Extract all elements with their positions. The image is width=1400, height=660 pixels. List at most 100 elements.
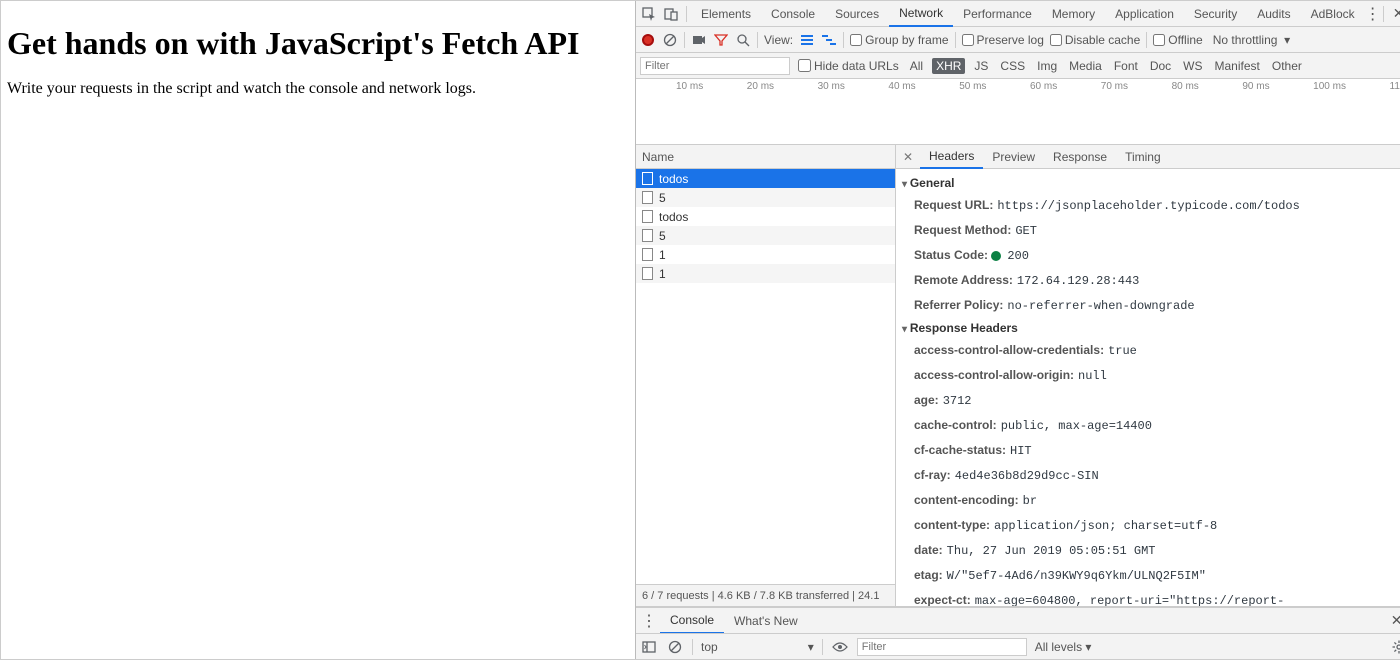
section-title[interactable]: Response Headers	[896, 318, 1400, 338]
drawer-tab-console[interactable]: Console	[660, 608, 724, 634]
section-title[interactable]: General	[896, 173, 1400, 193]
filter-type-js[interactable]: JS	[971, 59, 991, 73]
filter-type-xhr[interactable]: XHR	[932, 58, 965, 74]
header-value: application/json; charset=utf-8	[994, 519, 1217, 533]
header-row: expect-ct:max-age=604800, report-uri="ht…	[896, 588, 1400, 606]
clear-console-icon[interactable]	[666, 638, 684, 656]
timeline-tick: 40 ms	[888, 81, 915, 92]
filter-type-other[interactable]: Other	[1269, 59, 1305, 73]
header-row: Status Code: 200	[896, 243, 1400, 268]
log-levels-select[interactable]: All levels ▾	[1035, 640, 1092, 654]
settings-gear-icon[interactable]	[1390, 638, 1400, 656]
tab-audits[interactable]: Audits	[1247, 1, 1300, 27]
drawer-tab-what-s-new[interactable]: What's New	[724, 608, 808, 634]
header-row: Request Method:GET	[896, 218, 1400, 243]
tab-elements[interactable]: Elements	[691, 1, 761, 27]
request-list-header[interactable]: Name	[636, 145, 895, 169]
header-value: br	[1023, 494, 1037, 508]
header-key: content-type:	[914, 518, 990, 532]
header-value: W/"5ef7-4Ad6/n39KWY9q6Ykm/ULNQ2F5IM"	[947, 569, 1206, 583]
header-value: 4ed4e36b8d29d9cc-SIN	[955, 469, 1099, 483]
close-drawer-icon[interactable]: ✕	[1386, 612, 1400, 629]
network-filter-bar: Hide data URLs All XHR JS CSS Img Media Font Do…	[636, 53, 1400, 79]
detail-tab-preview[interactable]: Preview	[983, 145, 1044, 169]
header-key: etag:	[914, 568, 943, 582]
request-row[interactable]: 1	[636, 264, 895, 283]
status-dot-icon	[991, 251, 1001, 261]
request-row[interactable]: 1	[636, 245, 895, 264]
inspect-element-icon[interactable]	[638, 1, 660, 27]
detail-tab-response[interactable]: Response	[1044, 145, 1116, 169]
header-row: Remote Address:172.64.129.28:443	[896, 268, 1400, 293]
filter-type-img[interactable]: Img	[1034, 59, 1060, 73]
close-detail-icon[interactable]: ✕	[898, 150, 918, 164]
tab-application[interactable]: Application	[1105, 1, 1184, 27]
search-icon[interactable]	[735, 32, 751, 48]
request-row[interactable]: todos	[636, 169, 895, 188]
context-select[interactable]: top▾	[701, 640, 814, 654]
filter-type-font[interactable]: Font	[1111, 59, 1141, 73]
timeline-tick: 100 ms	[1313, 81, 1346, 92]
header-value: Thu, 27 Jun 2019 05:05:51 GMT	[947, 544, 1156, 558]
group-by-frame-checkbox[interactable]: Group by frame	[850, 33, 948, 47]
record-button[interactable]	[640, 32, 656, 48]
drawer-kebab-icon[interactable]: ⋮	[640, 611, 658, 631]
header-row: access-control-allow-credentials:true	[896, 338, 1400, 363]
tab-console[interactable]: Console	[761, 1, 825, 27]
offline-checkbox[interactable]: Offline	[1153, 33, 1202, 47]
header-row: date:Thu, 27 Jun 2019 05:05:51 GMT	[896, 538, 1400, 563]
request-name: 5	[659, 229, 666, 243]
detail-tab-headers[interactable]: Headers	[920, 145, 983, 169]
header-value: public, max-age=14400	[1001, 419, 1152, 433]
filter-type-doc[interactable]: Doc	[1147, 59, 1174, 73]
filter-type-ws[interactable]: WS	[1180, 59, 1205, 73]
filter-type-media[interactable]: Media	[1066, 59, 1105, 73]
filter-type-css[interactable]: CSS	[997, 59, 1028, 73]
header-value: https://jsonplaceholder.typicode.com/tod…	[997, 199, 1299, 213]
page-title: Get hands on with JavaScript's Fetch API	[7, 25, 629, 62]
timeline-tick: 50 ms	[959, 81, 986, 92]
camera-icon[interactable]	[691, 32, 707, 48]
request-row[interactable]: 5	[636, 188, 895, 207]
header-row: cache-control:public, max-age=14400	[896, 413, 1400, 438]
tab-sources[interactable]: Sources	[825, 1, 889, 27]
console-toolbar: top▾ All levels ▾	[636, 633, 1400, 659]
header-key: Request Method:	[914, 223, 1011, 237]
request-row[interactable]: todos	[636, 207, 895, 226]
document-icon	[642, 267, 653, 280]
request-name: todos	[659, 172, 688, 186]
device-toolbar-icon[interactable]	[660, 1, 682, 27]
tab-performance[interactable]: Performance	[953, 1, 1042, 27]
clear-button[interactable]	[662, 32, 678, 48]
tab-network[interactable]: Network	[889, 1, 953, 27]
kebab-menu-icon[interactable]: ⋮	[1365, 4, 1379, 24]
timeline-tick: 20 ms	[747, 81, 774, 92]
filter-input[interactable]	[640, 57, 790, 75]
console-sidebar-icon[interactable]	[640, 638, 658, 656]
eye-icon[interactable]	[831, 638, 849, 656]
hide-data-urls-checkbox[interactable]: Hide data URLs	[798, 59, 899, 73]
tab-adblock[interactable]: AdBlock	[1301, 1, 1365, 27]
detail-tab-timing[interactable]: Timing	[1116, 145, 1170, 169]
filter-type-manifest[interactable]: Manifest	[1212, 59, 1263, 73]
network-timeline[interactable]: 10 ms20 ms30 ms40 ms50 ms60 ms70 ms80 ms…	[636, 79, 1400, 145]
disable-cache-checkbox[interactable]: Disable cache	[1050, 33, 1140, 47]
header-value: null	[1078, 369, 1107, 383]
request-name: 1	[659, 267, 666, 281]
preserve-log-checkbox[interactable]: Preserve log	[962, 33, 1044, 47]
request-row[interactable]: 5	[636, 226, 895, 245]
filter-icon[interactable]	[713, 32, 729, 48]
tab-security[interactable]: Security	[1184, 1, 1247, 27]
waterfall-icon[interactable]	[821, 32, 837, 48]
throttling-select[interactable]: No throttling ▾	[1209, 33, 1294, 47]
header-key: cf-cache-status:	[914, 443, 1006, 457]
view-label: View:	[764, 33, 793, 47]
rendered-page: Get hands on with JavaScript's Fetch API…	[1, 1, 635, 659]
close-devtools-icon[interactable]: ✕	[1388, 5, 1400, 22]
timeline-tick: 80 ms	[1172, 81, 1199, 92]
large-rows-icon[interactable]	[799, 32, 815, 48]
filter-type-all[interactable]: All	[907, 59, 926, 73]
console-filter-input[interactable]	[857, 638, 1027, 656]
header-value: 172.64.129.28:443	[1017, 274, 1139, 288]
tab-memory[interactable]: Memory	[1042, 1, 1105, 27]
